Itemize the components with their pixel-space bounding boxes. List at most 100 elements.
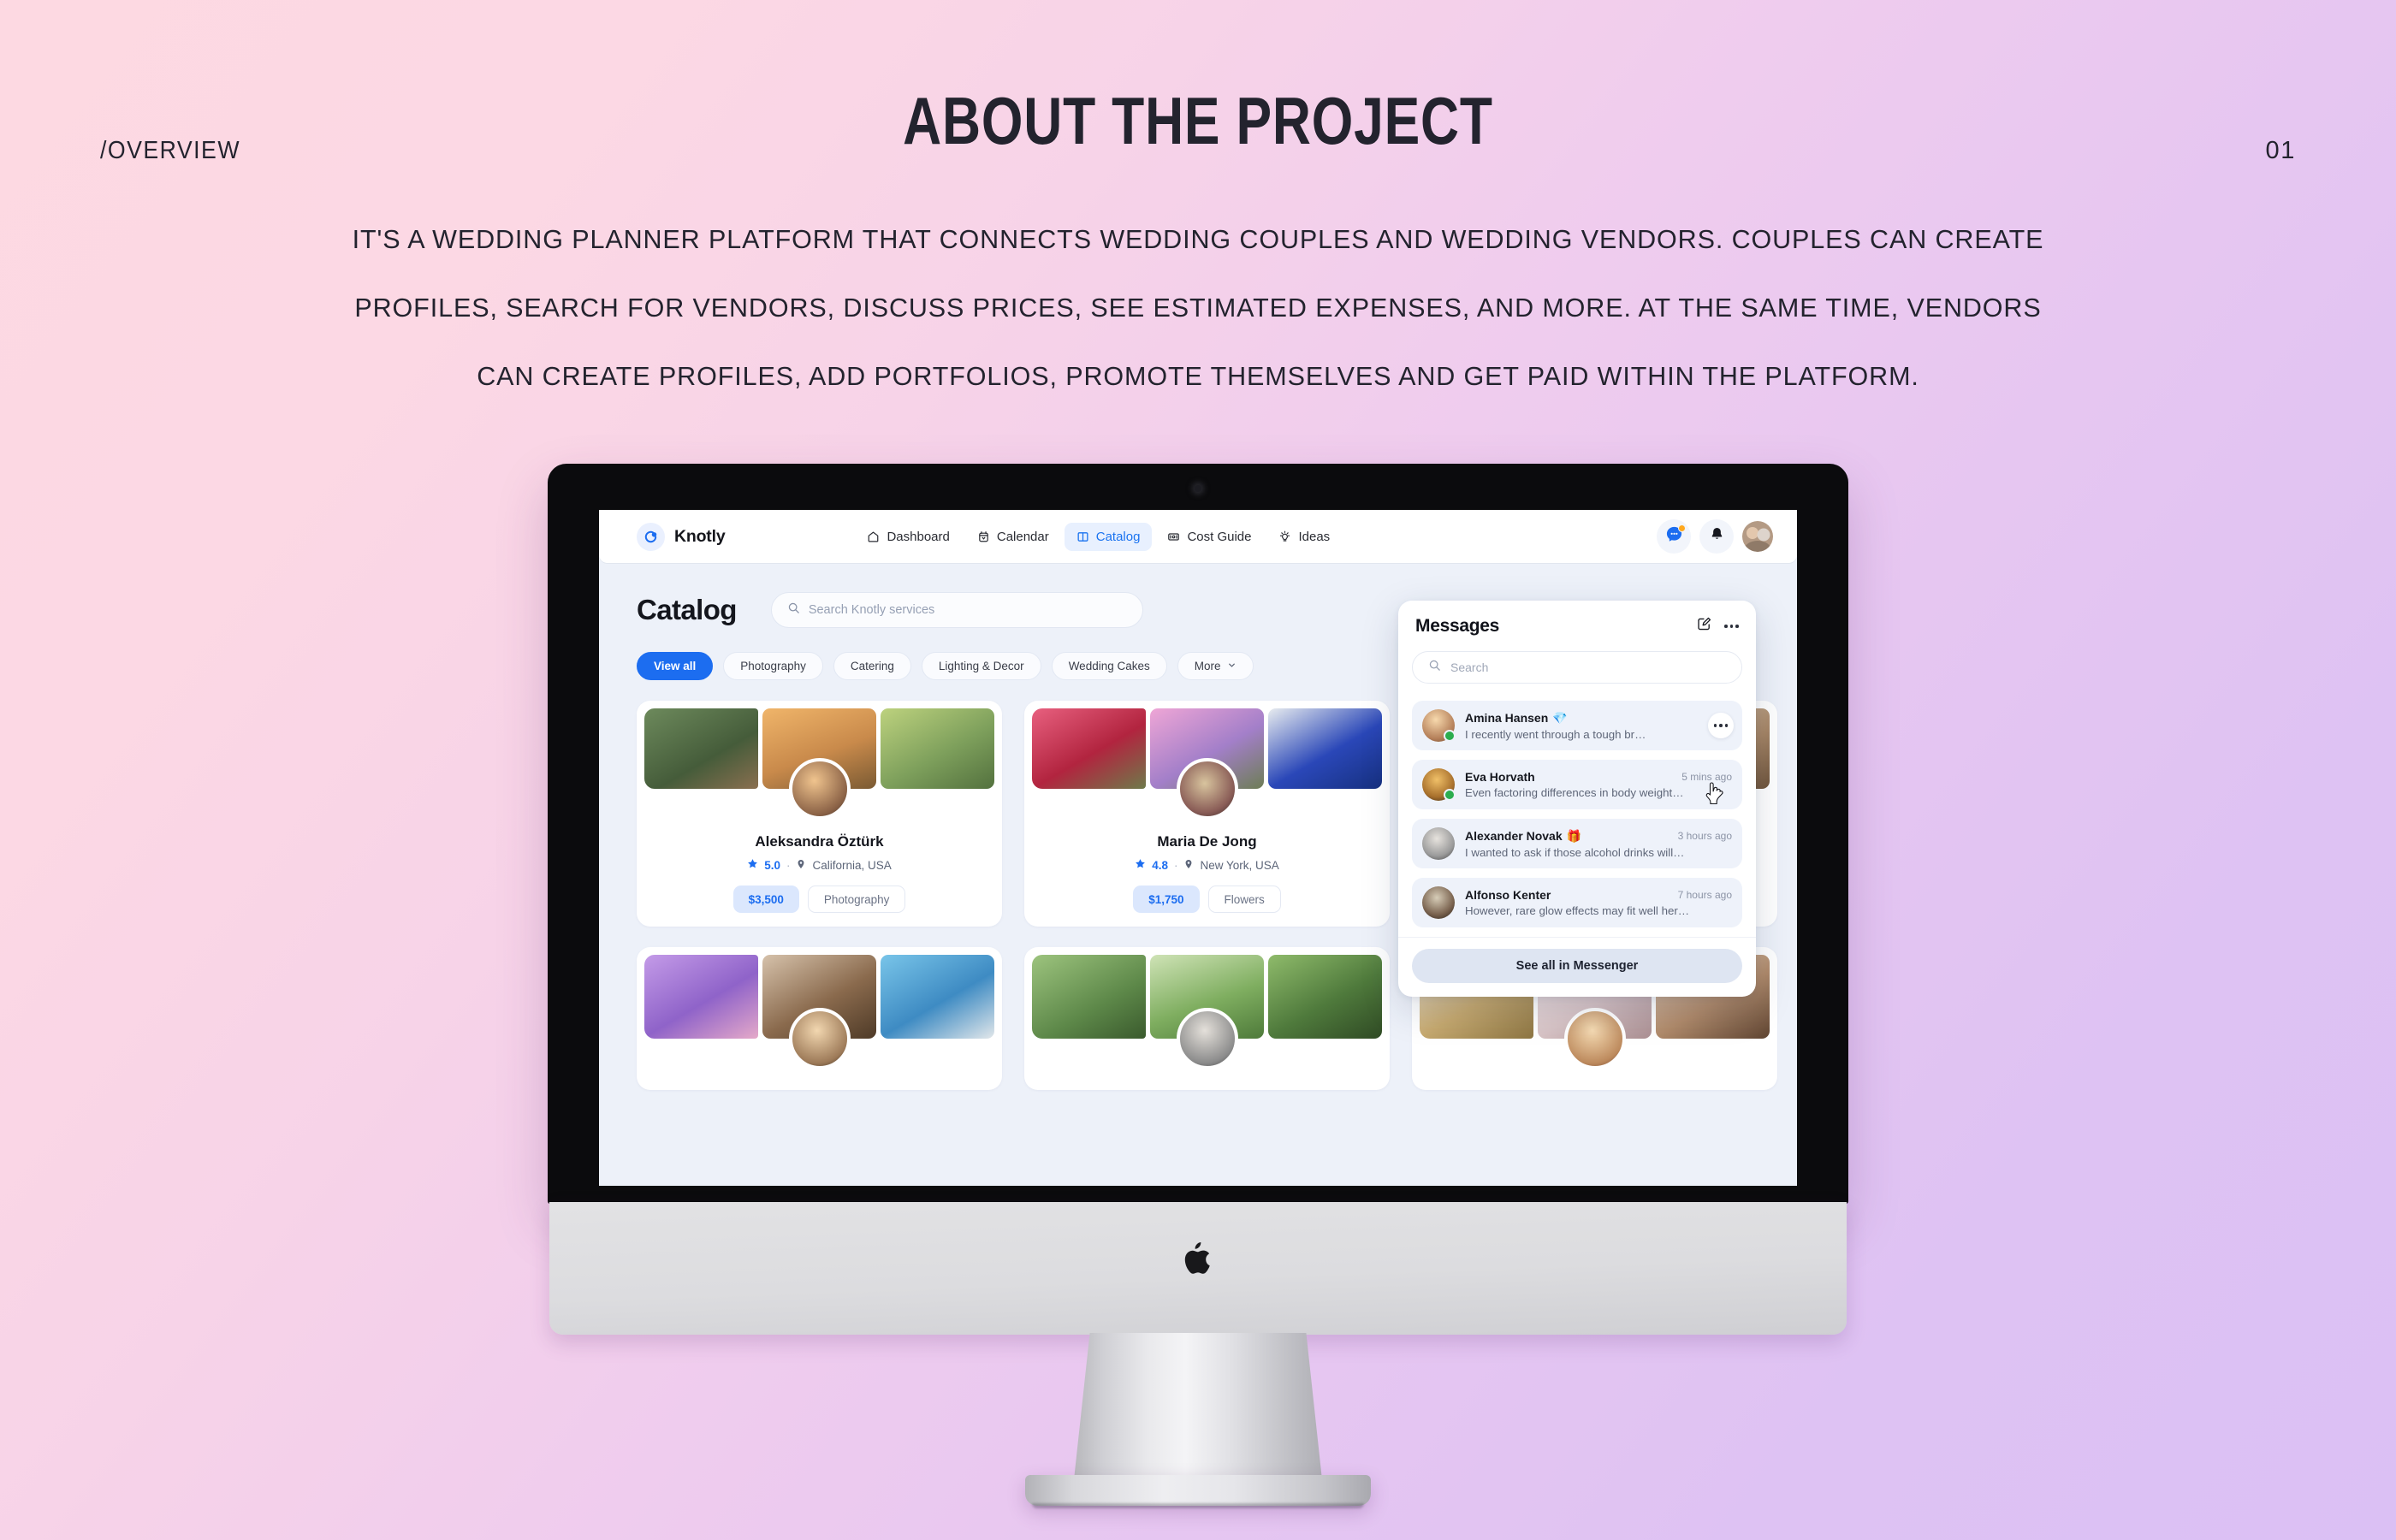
messages-search-input[interactable]: Search	[1412, 651, 1742, 684]
vendor-avatar[interactable]	[1176, 1008, 1238, 1069]
gallery-image[interactable]	[1268, 955, 1382, 1039]
description-line: PROFILES, SEARCH FOR VENDORS, DISCUSS PR…	[354, 293, 2042, 323]
conversation-name-row: Alexander Novak 🎁	[1465, 829, 1581, 844]
conversation-name: Alexander Novak	[1465, 829, 1563, 843]
filter-chip-view-all[interactable]: View all	[637, 652, 714, 680]
vendor-gallery	[644, 708, 994, 820]
monitor-bezel: Knotly Dashboard Calendar Catalog Cost G…	[548, 464, 1848, 1204]
nav-item-calendar[interactable]: Calendar	[965, 523, 1061, 551]
book-icon	[1076, 530, 1089, 543]
imac-mockup: Knotly Dashboard Calendar Catalog Cost G…	[548, 464, 1848, 1533]
filter-label: Wedding Cakes	[1068, 660, 1150, 672]
brand-logo[interactable]: Knotly	[637, 522, 726, 551]
nav-item-cost-guide[interactable]: Cost Guide	[1155, 523, 1263, 551]
vendor-avatar[interactable]	[1176, 758, 1238, 820]
vendor-rating: 4.8	[1152, 858, 1168, 872]
vendor-gallery	[644, 955, 994, 1069]
conversation-body: Alfonso Kenter 7 hours ago However, rare…	[1465, 888, 1732, 917]
conversation-avatar	[1422, 709, 1456, 742]
conversation-body: Eva Horvath 5 mins ago Even factoring di…	[1465, 770, 1732, 799]
vendor-price-tag[interactable]: $1,750	[1133, 886, 1200, 913]
gallery-image[interactable]	[644, 955, 758, 1039]
filter-chip-photography[interactable]: Photography	[723, 652, 823, 680]
vendor-tags: $3,500 Photography	[644, 886, 994, 913]
search-icon	[1428, 659, 1441, 676]
vendor-location: New York, USA	[1200, 858, 1279, 872]
catalog-search-input[interactable]: Search Knotly services	[770, 592, 1143, 628]
nav-label: Calendar	[996, 529, 1049, 544]
conversation-item[interactable]: Alfonso Kenter 7 hours ago However, rare…	[1412, 878, 1742, 927]
conversation-top: Alfonso Kenter 7 hours ago	[1465, 888, 1732, 902]
more-horizontal-icon[interactable]	[1724, 625, 1739, 628]
filter-chip-lighting-decor[interactable]: Lighting & Decor	[921, 652, 1041, 680]
chevron-down-icon	[1227, 660, 1237, 672]
nav-item-ideas[interactable]: Ideas	[1266, 523, 1342, 551]
vendor-gallery	[1032, 708, 1382, 820]
conversation-snippet: Even factoring differences in body weigh…	[1465, 786, 1684, 799]
nav-item-dashboard[interactable]: Dashboard	[855, 523, 961, 551]
user-avatar[interactable]	[1742, 521, 1773, 552]
messages-popover: Messages Search Amina Hansen 💎 I recentl…	[1398, 601, 1756, 997]
vendor-tags: $1,750 Flowers	[1032, 886, 1382, 913]
vendor-avatar[interactable]	[788, 1008, 851, 1069]
messenger-button[interactable]	[1657, 519, 1691, 554]
section-label: /OVERVIEW	[100, 137, 240, 164]
conversation-snippet: However, rare glow effects may fit well …	[1465, 904, 1690, 917]
gallery-image[interactable]	[1268, 708, 1382, 789]
conversation-item[interactable]: Alexander Novak 🎁 3 hours ago I wanted t…	[1412, 819, 1742, 868]
conversation-snippet: I recently went through a tough br…	[1465, 727, 1646, 741]
nav-item-catalog[interactable]: Catalog	[1064, 522, 1153, 551]
monitor-foot	[1025, 1475, 1371, 1506]
conversation-name-row: Alfonso Kenter	[1465, 888, 1551, 902]
vendor-card[interactable]: Aleksandra Öztürk 5.0 · California, USA …	[637, 701, 1002, 927]
gallery-image[interactable]	[1032, 708, 1146, 789]
messages-header: Messages	[1412, 616, 1742, 637]
conversation-more-button[interactable]	[1708, 713, 1734, 738]
gallery-image[interactable]	[644, 708, 758, 789]
conversation-item[interactable]: Eva Horvath 5 mins ago Even factoring di…	[1412, 760, 1742, 809]
vendor-price-tag[interactable]: $3,500	[732, 886, 799, 913]
vendor-rating: 5.0	[764, 858, 780, 872]
conversation-avatar	[1422, 886, 1455, 919]
vendor-card[interactable]	[637, 947, 1002, 1090]
app-toolbar	[1657, 519, 1773, 554]
vendor-avatar[interactable]	[788, 758, 851, 820]
apple-logo-icon	[1183, 1241, 1213, 1276]
vendor-gallery	[1032, 955, 1382, 1069]
vendor-name: Aleksandra Öztürk	[755, 833, 884, 850]
conversation-name: Alfonso Kenter	[1465, 888, 1551, 902]
conversation-item[interactable]: Amina Hansen 💎 I recently went through a…	[1412, 701, 1742, 805]
vendor-category-tag[interactable]: Photography	[807, 886, 906, 913]
catalog-page: Catalog Search Knotly services View all	[599, 563, 1797, 1090]
conversation-top: Amina Hansen 💎	[1465, 711, 1732, 726]
bell-icon	[1709, 526, 1725, 547]
compose-icon[interactable]	[1696, 616, 1712, 637]
filter-chip-wedding-cakes[interactable]: Wedding Cakes	[1051, 652, 1167, 680]
monitor-chin	[549, 1202, 1847, 1335]
filter-label: Photography	[740, 660, 806, 672]
page-number: 01	[2265, 137, 2296, 164]
gallery-image[interactable]	[881, 955, 994, 1039]
vendor-avatar[interactable]	[1563, 1008, 1626, 1069]
conversation-body: Amina Hansen 💎 I recently went through a…	[1465, 711, 1732, 741]
main-nav: Dashboard Calendar Catalog Cost Guide Id…	[855, 522, 1342, 551]
gallery-image[interactable]	[1032, 955, 1146, 1039]
messenger-badge	[1678, 524, 1686, 532]
notifications-button[interactable]	[1699, 519, 1734, 554]
conversation-list: Amina Hansen 💎 I recently went through a…	[1412, 701, 1742, 927]
filter-chip-more[interactable]: More	[1177, 652, 1254, 680]
messages-footer: See all in Messenger	[1398, 937, 1756, 997]
see-all-in-messenger-button[interactable]: See all in Messenger	[1412, 949, 1742, 983]
gallery-image[interactable]	[881, 708, 994, 789]
star-icon	[747, 858, 758, 872]
vendor-card[interactable]	[1024, 947, 1390, 1090]
star-icon	[1135, 858, 1146, 872]
vendor-card[interactable]: Maria De Jong 4.8 · New York, USA $1,750…	[1024, 701, 1390, 927]
meta-separator: ·	[1173, 858, 1178, 872]
search-icon	[787, 601, 800, 619]
knotly-ring-icon	[637, 522, 665, 551]
diamond-badge-icon: 💎	[1552, 710, 1568, 725]
filter-chip-catering[interactable]: Catering	[833, 652, 911, 680]
nav-label: Catalog	[1095, 529, 1141, 544]
vendor-category-tag[interactable]: Flowers	[1207, 886, 1281, 913]
